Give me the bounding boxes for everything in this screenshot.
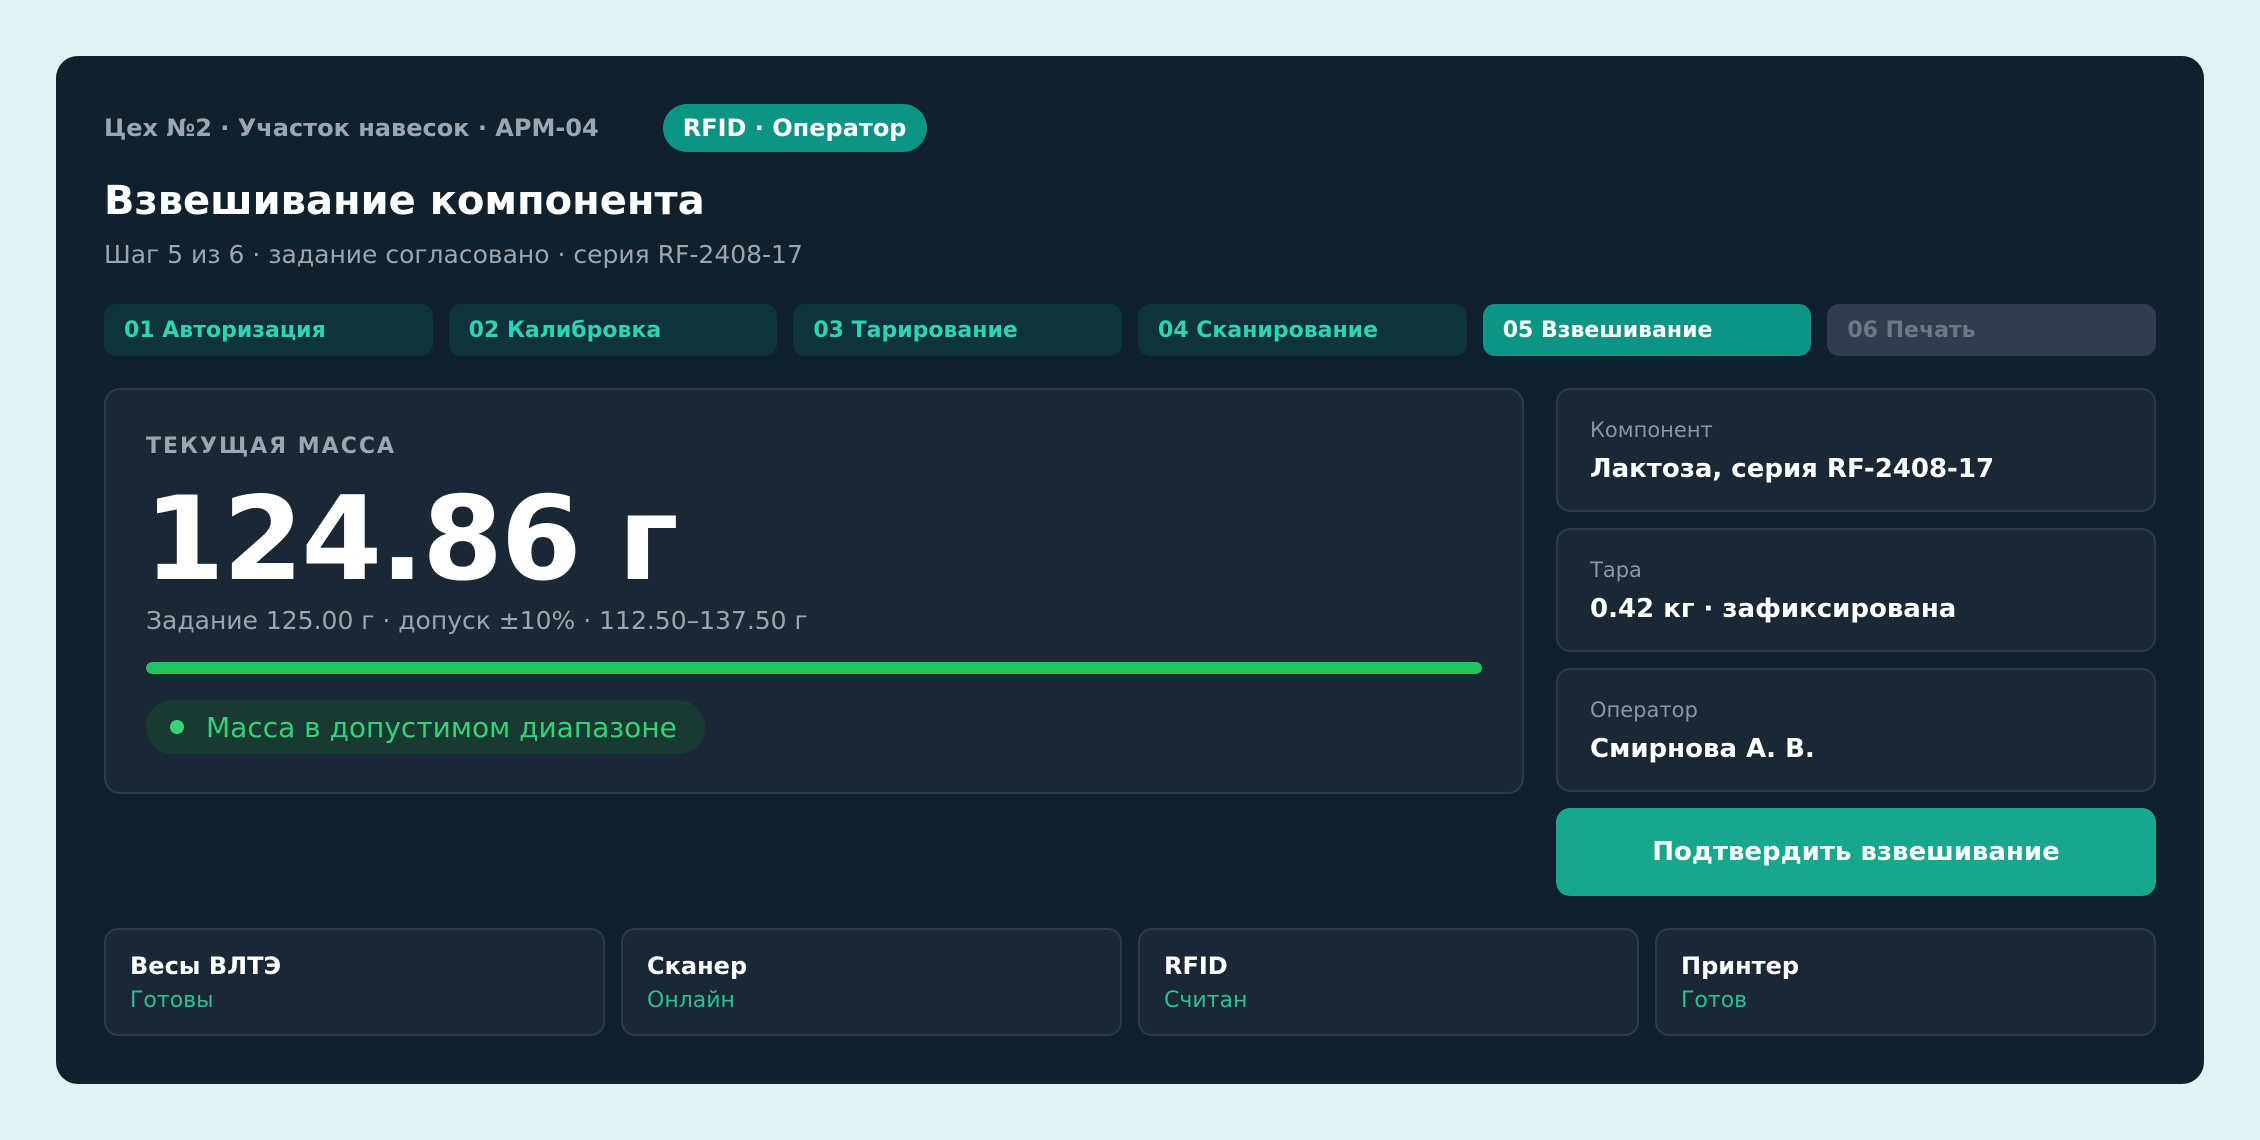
step-authorization[interactable]: 01 Авторизация bbox=[104, 304, 433, 356]
component-value: Лактоза, серия RF-2408-17 bbox=[1590, 454, 1995, 484]
component-card: Компонент Лактоза, серия RF-2408-17 bbox=[1556, 388, 2156, 512]
device-name: RFID bbox=[1164, 952, 1228, 980]
weighing-panel: Цех №2 · Участок навесок · АРМ-04 RFID ·… bbox=[56, 56, 2204, 1084]
mass-value: 124.86 г bbox=[144, 472, 679, 607]
mass-status-text: Масса в допустимом диапазоне bbox=[206, 710, 677, 744]
breadcrumb: Цех №2 · Участок навесок · АРМ-04 bbox=[104, 114, 599, 142]
step-printing: 06 Печать bbox=[1827, 304, 2157, 356]
device-rfid: RFID Считан bbox=[1138, 928, 1639, 1036]
mass-progress-fill bbox=[146, 662, 1482, 674]
page-subtitle: Шаг 5 из 6 · задание согласовано · серия… bbox=[104, 240, 803, 269]
step-calibration[interactable]: 02 Калибровка bbox=[448, 304, 778, 356]
rfid-operator-badge: RFID · Оператор bbox=[662, 104, 927, 152]
device-status: Готов bbox=[1681, 988, 1748, 1013]
device-status-row: Весы ВЛТЭ Готовы Сканер Онлайн RFID Счит… bbox=[104, 928, 2156, 1036]
step-weighing[interactable]: 05 Взвешивание bbox=[1482, 304, 1812, 356]
device-name: Весы ВЛТЭ bbox=[130, 952, 282, 980]
component-label: Компонент bbox=[1590, 418, 1713, 442]
operator-label: Оператор bbox=[1590, 698, 1698, 722]
device-name: Сканер bbox=[647, 952, 748, 980]
operator-card: Оператор Смирнова А. В. bbox=[1556, 668, 2156, 792]
top-line: Цех №2 · Участок навесок · АРМ-04 RFID ·… bbox=[104, 104, 927, 152]
device-status: Готовы bbox=[130, 988, 214, 1013]
tare-card: Тара 0.42 кг · зафиксирована bbox=[1556, 528, 2156, 652]
status-dot-icon bbox=[170, 720, 184, 734]
device-name: Принтер bbox=[1681, 952, 1800, 980]
device-status: Считан bbox=[1164, 988, 1248, 1013]
step-taring[interactable]: 03 Тарирование bbox=[793, 304, 1123, 356]
device-status: Онлайн bbox=[647, 988, 735, 1013]
tare-label: Тара bbox=[1590, 558, 1642, 582]
mass-label: ТЕКУЩАЯ МАССА bbox=[146, 434, 397, 459]
mass-task: Задание 125.00 г · допуск ±10% · 112.50–… bbox=[146, 606, 808, 635]
page-title: Взвешивание компонента bbox=[104, 178, 705, 224]
current-mass-card: ТЕКУЩАЯ МАССА 124.86 г Задание 125.00 г … bbox=[104, 388, 1524, 794]
operator-value: Смирнова А. В. bbox=[1590, 734, 1815, 764]
step-scanning[interactable]: 04 Сканирование bbox=[1138, 304, 1467, 356]
mass-progress-bar bbox=[146, 662, 1482, 674]
device-scanner: Сканер Онлайн bbox=[621, 928, 1122, 1036]
step-tabs: 01 Авторизация 02 Калибровка 03 Тарирова… bbox=[104, 304, 2157, 356]
tare-value: 0.42 кг · зафиксирована bbox=[1590, 594, 1957, 624]
mass-status-badge: Масса в допустимом диапазоне bbox=[146, 700, 705, 754]
device-scales: Весы ВЛТЭ Готовы bbox=[104, 928, 605, 1036]
device-printer: Принтер Готов bbox=[1655, 928, 2156, 1036]
confirm-weighing-button[interactable]: Подтвердить взвешивание bbox=[1556, 808, 2156, 896]
